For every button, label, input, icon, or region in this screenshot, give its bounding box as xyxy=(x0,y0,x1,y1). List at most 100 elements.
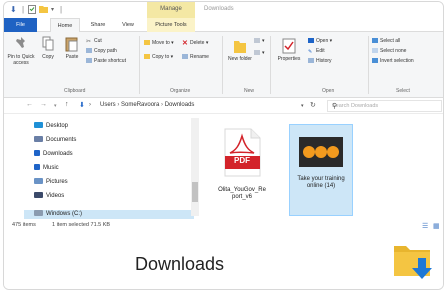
address-dropdown-icon[interactable]: ▾ xyxy=(301,103,304,109)
paste-shortcut-label: Paste shortcut xyxy=(94,58,126,64)
select-none-button[interactable]: Select none xyxy=(372,48,406,55)
back-arrow-icon[interactable]: ← xyxy=(26,101,33,108)
history-label: History xyxy=(316,58,332,64)
tab-home[interactable]: Home xyxy=(50,18,80,33)
breadcrumb[interactable]: Users › SomeRavoora › Downloads xyxy=(100,102,194,108)
details-view-icon[interactable]: ☰ xyxy=(422,222,428,230)
recent-dropdown-icon[interactable]: ▾ xyxy=(54,103,57,109)
new-item-button[interactable]: ▾ xyxy=(254,38,265,45)
forward-arrow-icon[interactable]: → xyxy=(40,101,47,108)
open-icon xyxy=(308,38,314,43)
ribbon-divider xyxy=(222,36,223,94)
downloads-location-icon: ⬇ xyxy=(79,102,85,109)
nav-item-windows-c[interactable]: Windows (C:) xyxy=(34,209,82,219)
new-group-label: New xyxy=(244,88,255,94)
invert-selection-button[interactable]: Invert selection xyxy=(372,58,414,65)
copy-path-button[interactable]: Copy path xyxy=(86,48,117,55)
file-item-image[interactable]: Take your training online (14) xyxy=(289,124,353,216)
downloads-icon xyxy=(34,150,40,156)
cut-button[interactable]: ✂ Cut xyxy=(86,38,102,45)
breadcrumb-downloads[interactable]: Downloads xyxy=(165,102,195,108)
breadcrumb-user[interactable]: SomeRavoora xyxy=(121,102,159,108)
copy-to-label: Copy to xyxy=(152,54,170,60)
open-label: Open xyxy=(316,38,329,44)
organize-group-label: Organize xyxy=(170,88,191,94)
ribbon-tabs: File Home Share View Picture Tools xyxy=(4,18,443,33)
tab-picture-tools[interactable]: Picture Tools xyxy=(147,18,195,32)
properties-label: Properties xyxy=(277,56,301,62)
nav-item-label: Desktop xyxy=(46,123,69,129)
folder-icon[interactable] xyxy=(39,5,48,15)
nav-item-label: Documents xyxy=(46,137,77,143)
qa-dropdown-icon[interactable]: ▾ xyxy=(51,5,54,15)
pin-to-quick-access-button[interactable]: Pin to Quick access xyxy=(6,36,36,66)
manage-tab[interactable]: Manage xyxy=(147,2,195,18)
copy-to-icon xyxy=(144,54,150,59)
nav-item-music[interactable]: Music xyxy=(34,163,59,173)
properties-icon[interactable] xyxy=(28,5,36,15)
ribbon-divider xyxy=(139,36,140,94)
nav-item-documents[interactable]: Documents xyxy=(34,135,76,145)
scissors-icon: ✂ xyxy=(86,39,92,45)
nav-item-pictures[interactable]: Pictures xyxy=(34,177,68,187)
cut-label: Cut xyxy=(94,38,102,44)
copy-icon xyxy=(42,36,54,51)
paste-button[interactable]: Paste xyxy=(61,36,83,60)
nav-item-label: Windows (C:) xyxy=(46,211,83,217)
large-icons-view-icon[interactable]: ▦ xyxy=(433,222,440,230)
properties-button[interactable]: Properties xyxy=(274,38,304,62)
nav-item-label: Downloads xyxy=(43,151,73,157)
tab-file[interactable]: File xyxy=(4,18,37,32)
select-all-button[interactable]: Select all xyxy=(372,38,400,45)
new-folder-label: New folder xyxy=(228,56,252,62)
nav-item-videos[interactable]: Videos xyxy=(34,191,64,201)
tab-view[interactable]: View xyxy=(115,18,141,32)
refresh-icon[interactable]: ↻ xyxy=(310,101,316,109)
pdf-icon xyxy=(224,128,261,177)
paste-label: Paste xyxy=(65,54,79,60)
delete-button[interactable]: ✕ Delete ▾ xyxy=(182,40,208,47)
clipboard-group-label: Clipboard xyxy=(64,88,86,94)
file-name: Olita_YouGov_Re port_v6 xyxy=(218,187,266,200)
path-chevron-icon: › xyxy=(89,102,91,108)
breadcrumb-users[interactable]: Users xyxy=(100,102,116,108)
up-arrow-icon[interactable]: ↑ xyxy=(65,101,69,108)
paste-shortcut-button[interactable]: Paste shortcut xyxy=(86,58,126,65)
open-group-label: Open xyxy=(322,88,335,94)
nav-item-desktop[interactable]: Desktop xyxy=(34,121,68,131)
new-folder-button[interactable]: New folder xyxy=(228,38,252,62)
quick-access-down-icon[interactable]: ⬇ xyxy=(10,5,17,15)
screenshot-card: ⬇ | ▾ | Manage Downloads File Home Share… xyxy=(3,1,444,290)
pin-icon xyxy=(15,37,25,48)
open-button[interactable]: Open ▾ xyxy=(308,38,332,45)
nav-scrollbar[interactable] xyxy=(191,118,199,216)
tab-share[interactable]: Share xyxy=(84,18,112,32)
history-button[interactable]: History xyxy=(308,58,332,65)
select-group-label: Select xyxy=(396,88,410,94)
new-folder-icon xyxy=(234,41,246,53)
rename-button[interactable]: Rename xyxy=(182,54,209,61)
nav-scrollbar-thumb[interactable] xyxy=(192,182,198,202)
copy-to-button[interactable]: Copy to ▾ xyxy=(144,54,173,61)
nav-item-label: Videos xyxy=(46,193,65,199)
invert-selection-label: Invert selection xyxy=(380,58,414,64)
rename-label: Rename xyxy=(190,54,209,60)
drive-icon xyxy=(34,210,43,216)
invert-selection-icon xyxy=(372,58,378,63)
documents-icon xyxy=(34,136,43,142)
nav-item-label: Music xyxy=(43,165,59,171)
edit-button[interactable]: ✎ Edit xyxy=(308,48,325,55)
new-item-icon xyxy=(254,38,260,43)
file-item-pdf[interactable]: PDF Olita_YouGov_Re port_v6 xyxy=(210,124,274,216)
paste-icon xyxy=(65,37,78,52)
search-input[interactable]: Search Downloads ⚲ xyxy=(327,100,442,112)
copy-button[interactable]: Copy xyxy=(38,36,58,60)
easy-access-button[interactable]: ▾ xyxy=(254,50,265,57)
caption-title: Downloads xyxy=(135,254,225,274)
downloads-folder-icon xyxy=(394,246,432,279)
videos-icon xyxy=(34,192,43,198)
music-icon xyxy=(34,164,40,170)
nav-item-downloads[interactable]: Downloads xyxy=(34,149,73,159)
selection-info: 1 item selected 71.5 KB xyxy=(52,222,111,228)
move-to-button[interactable]: Move to ▾ xyxy=(144,40,174,47)
